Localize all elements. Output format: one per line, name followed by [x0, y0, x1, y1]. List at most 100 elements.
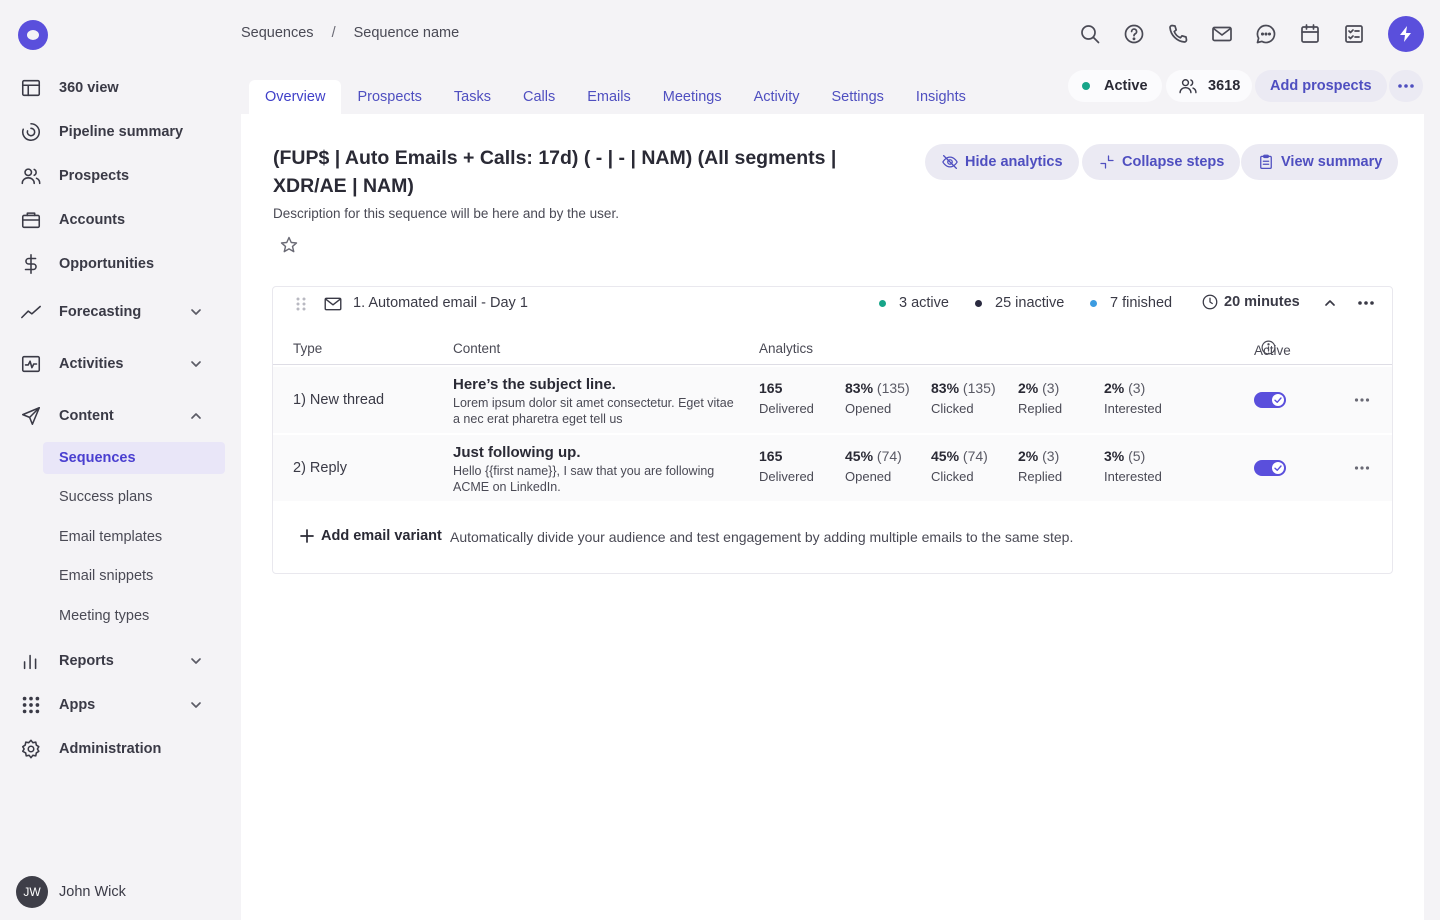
breadcrumb-separator: / — [331, 25, 336, 41]
status-dot — [1082, 82, 1090, 90]
star-icon[interactable] — [279, 235, 299, 255]
more-horizontal-icon[interactable] — [1357, 295, 1375, 311]
active-toggle[interactable] — [1254, 392, 1286, 408]
top-toolbar — [1078, 22, 1386, 46]
bar-chart-icon — [23, 654, 37, 670]
tab-meetings[interactable]: Meetings — [647, 80, 738, 114]
sidebar-subitem-success-plans[interactable]: Success plans — [43, 481, 225, 513]
sidebar-item-activities[interactable]: Activities — [0, 346, 225, 382]
collapse-icon — [1100, 155, 1114, 169]
drag-handle-icon[interactable] — [295, 296, 307, 312]
metric-interested: 2% (3) Interested — [1104, 380, 1162, 416]
tab-prospects[interactable]: Prospects — [341, 80, 437, 114]
table-row[interactable]: 2) Reply Just following up. Hello {{firs… — [273, 435, 1392, 501]
metric-value: 3% — [1104, 448, 1125, 464]
quick-action-button[interactable] — [1388, 16, 1424, 52]
view-summary-button[interactable]: View summary — [1241, 144, 1399, 180]
metric-delivered: 165 Delivered — [759, 448, 814, 484]
add-prospects-button[interactable]: Add prospects — [1255, 70, 1387, 102]
col-analytics: Analytics — [759, 341, 814, 356]
chevron-down-icon[interactable] — [189, 698, 203, 712]
add-email-variant-label: Add email variant — [321, 528, 442, 544]
step-finished-label: 7 finished — [1110, 295, 1173, 311]
collapse-steps-button[interactable]: Collapse steps — [1082, 144, 1241, 180]
sidebar-item-prospects[interactable]: Prospects — [0, 158, 225, 194]
tab-activity[interactable]: Activity — [738, 80, 816, 114]
chevron-down-icon[interactable] — [189, 357, 203, 371]
sidebar-item-label: Apps — [59, 697, 96, 713]
sidebar-item-accounts[interactable]: Accounts — [0, 202, 225, 238]
mail-icon[interactable] — [1210, 22, 1234, 46]
sidebar-item-360-view[interactable]: 360 view — [0, 70, 225, 106]
chevron-down-icon[interactable] — [189, 305, 203, 319]
user-profile[interactable]: JW John Wick — [16, 876, 126, 908]
toggle-knob — [1272, 394, 1284, 406]
col-content: Content — [453, 341, 501, 356]
tab-emails[interactable]: Emails — [571, 80, 647, 114]
sidebar-item-opportunities[interactable]: Opportunities — [0, 246, 225, 282]
metric-value: 45% — [931, 448, 960, 464]
sidebar-item-pipeline-summary[interactable]: Pipeline summary — [0, 114, 225, 150]
more-horizontal-icon[interactable] — [1354, 393, 1370, 407]
sequence-description: Description for this sequence will be he… — [273, 206, 619, 221]
chevron-up-icon[interactable] — [189, 409, 203, 423]
breadcrumb-current: Sequence name — [353, 25, 460, 41]
chevron-down-icon[interactable] — [189, 654, 203, 668]
tab-tasks[interactable]: Tasks — [438, 80, 507, 114]
more-horizontal-icon[interactable] — [1354, 461, 1370, 475]
active-toggle[interactable] — [1254, 460, 1286, 476]
sidebar-item-reports[interactable]: Reports — [0, 643, 225, 679]
sequence-tabs: Overview Prospects Tasks Calls Emails Me… — [249, 80, 982, 114]
hide-analytics-button[interactable]: Hide analytics — [925, 144, 1079, 180]
help-icon[interactable] — [1122, 22, 1146, 46]
tab-settings[interactable]: Settings — [816, 80, 900, 114]
metric-label: Opened — [845, 401, 892, 416]
add-variant-description: Automatically divide your audience and t… — [450, 529, 1074, 545]
breadcrumb-parent[interactable]: Sequences — [241, 25, 314, 41]
sidebar-item-administration[interactable]: Administration — [0, 731, 225, 767]
metric-value: 165 — [759, 380, 783, 396]
sidebar-item-apps[interactable]: Apps — [0, 687, 225, 723]
sidebar-subitem-email-snippets[interactable]: Email snippets — [43, 560, 225, 592]
sidebar-subitem-sequences[interactable]: Sequences — [43, 442, 225, 474]
step-table-header: Type Content Analytics Active — [273, 337, 1392, 365]
search-icon[interactable] — [1078, 22, 1102, 46]
metric-count: (135) — [876, 380, 910, 396]
sidebar-item-content[interactable]: Content — [0, 398, 225, 434]
mail-icon — [324, 297, 342, 311]
breadcrumb: Sequences / Sequence name — [241, 25, 459, 41]
more-options-button[interactable] — [1389, 70, 1423, 102]
sidebar: 360 view Pipeline summary Prospects Acco… — [0, 0, 240, 920]
table-row[interactable]: 1) New thread Here’s the subject line. L… — [273, 367, 1392, 433]
app-logo[interactable] — [18, 20, 48, 50]
metric-label: Clicked — [931, 469, 974, 484]
phone-icon[interactable] — [1166, 22, 1190, 46]
sidebar-subitem-meeting-types[interactable]: Meeting types — [43, 600, 225, 632]
tab-overview[interactable]: Overview — [249, 80, 342, 114]
metric-value: 165 — [759, 448, 783, 464]
metric-label: Interested — [1104, 401, 1162, 416]
calendar-icon[interactable] — [1298, 22, 1322, 46]
metric-label: Replied — [1018, 401, 1063, 416]
step-finished-count: 7 finished — [1090, 295, 1172, 311]
metric-label: Delivered — [759, 401, 814, 416]
tab-insights[interactable]: Insights — [900, 80, 982, 114]
metric-value: 2% — [1018, 380, 1039, 396]
inactive-dot — [975, 299, 982, 307]
tab-calls[interactable]: Calls — [507, 80, 571, 114]
chat-icon[interactable] — [1254, 22, 1278, 46]
metric-value: 83% — [845, 380, 874, 396]
metric-label: Replied — [1018, 469, 1063, 484]
prospect-count[interactable]: 3618 — [1166, 70, 1253, 102]
sidebar-subitem-email-templates[interactable]: Email templates — [43, 521, 225, 553]
status-badge[interactable]: Active — [1068, 70, 1162, 102]
briefcase-icon — [21, 212, 41, 229]
add-email-variant-button[interactable]: Add email variant — [299, 528, 442, 544]
trend-icon — [21, 305, 41, 319]
chevron-up-icon[interactable] — [1323, 296, 1337, 310]
metric-opened: 83% (135) Opened — [845, 380, 910, 416]
sidebar-item-forecasting[interactable]: Forecasting — [0, 294, 225, 330]
sidebar-item-label: Reports — [59, 653, 114, 669]
tasks-icon[interactable] — [1342, 22, 1366, 46]
finished-dot — [1090, 299, 1097, 307]
